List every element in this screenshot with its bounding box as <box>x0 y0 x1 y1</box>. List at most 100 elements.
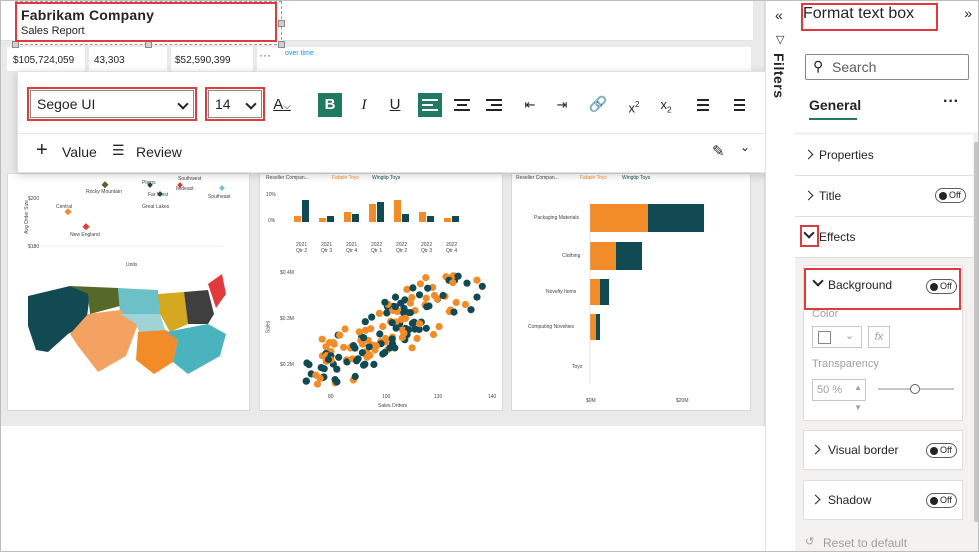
section-shadow[interactable]: Shadow Off <box>803 480 963 520</box>
section-label: Properties <box>819 148 874 162</box>
title-toggle[interactable]: Off <box>935 188 966 203</box>
scatter-map-card[interactable]: Rocky Mountain Central New England South… <box>7 173 250 411</box>
stacked-bar-card[interactable]: Reseller Compan... Fabpin Toys Wingtip T… <box>511 173 751 411</box>
toolbar-format-row: Segoe UI 14 A⌵ B I U ⇤ ⇥ 🔗 x2 x2 <box>18 72 768 134</box>
bubble-point <box>454 272 462 280</box>
category-label: Computing Novelties <box>528 324 575 330</box>
decrease-indent-icon[interactable]: ⇤ <box>518 93 542 117</box>
underline-button[interactable]: U <box>383 93 407 117</box>
align-center-button[interactable] <box>450 93 474 117</box>
font-family-select[interactable]: Segoe UI <box>30 90 194 118</box>
bar-segment <box>596 314 600 340</box>
scrollbar-thumb[interactable] <box>974 142 978 522</box>
tab-general[interactable]: General <box>809 97 861 113</box>
scatter-label: Rocky Mountain <box>86 189 122 195</box>
align-left-button[interactable] <box>418 93 442 117</box>
expand-filters-icon[interactable]: « <box>775 7 783 23</box>
chevron-down-icon[interactable]: ⌄ <box>740 140 750 154</box>
reset-to-default-link[interactable]: Reset to default <box>823 536 907 550</box>
column-bar <box>352 214 359 222</box>
section-effects[interactable]: Effects <box>795 217 973 258</box>
textbox-title[interactable]: Fabrikam Company <box>21 7 154 23</box>
filters-pane-collapsed[interactable]: « ▽ Filters <box>765 1 795 551</box>
axis-tick: $0M <box>586 398 596 404</box>
align-right-button[interactable] <box>482 93 506 117</box>
review-button[interactable]: Review <box>136 144 182 160</box>
kpi-card-orders[interactable]: 43,303 <box>89 47 167 71</box>
reset-icon[interactable]: ↺ <box>805 535 814 548</box>
resize-handle[interactable] <box>145 41 152 48</box>
line-chart-card[interactable]: ··· over time <box>257 47 751 71</box>
format-painter-icon[interactable]: ✎ <box>712 142 725 160</box>
spin-buttons-icon[interactable]: ▲ ▼ <box>854 378 862 418</box>
transparency-slider[interactable] <box>878 384 954 394</box>
pane-scrollbar[interactable] <box>973 132 978 551</box>
bubble-point <box>411 325 419 333</box>
bar-segment <box>648 204 704 232</box>
bubble-point <box>333 378 341 386</box>
bubble-point <box>379 322 387 331</box>
bubble-point <box>351 372 359 381</box>
kpi-card-profit[interactable]: $52,590,399 <box>171 47 253 71</box>
report-title-textbox[interactable]: Fabrikam Company Sales Report <box>15 1 282 45</box>
bubble-point <box>473 276 481 284</box>
bubble-point <box>333 365 341 373</box>
font-color-button[interactable]: A⌵ <box>270 93 294 117</box>
slider-thumb[interactable] <box>910 384 920 394</box>
numbered-list-icon[interactable] <box>726 93 750 117</box>
bullet-list-icon[interactable] <box>690 93 714 117</box>
axis-tick: 0% <box>268 218 276 224</box>
increase-indent-icon[interactable]: ⇥ <box>550 93 574 117</box>
bubble-point <box>429 330 438 339</box>
bold-button[interactable]: B <box>318 93 342 117</box>
background-toggle[interactable]: Off <box>926 279 957 294</box>
kpi-card-sales[interactable]: $105,724,059 <box>7 47 85 71</box>
search-input[interactable]: ⚲ Search <box>805 54 969 80</box>
subscript-button[interactable]: x2 <box>654 93 678 117</box>
plus-icon[interactable]: + <box>36 139 48 162</box>
chevron-down-icon[interactable] <box>812 275 824 287</box>
column-bubble-card[interactable]: Reseller Compan... Fabpin Toys Wingtip T… <box>259 173 503 411</box>
more-options-icon[interactable]: ··· <box>943 93 959 111</box>
transparency-input[interactable]: 50 % ▲ ▼ <box>812 379 866 412</box>
shadow-toggle[interactable]: Off <box>926 493 957 508</box>
font-size-select[interactable]: 14 <box>208 90 262 118</box>
quarter-label: 2022 Qtr 4 <box>446 242 458 254</box>
kpi-value: $52,590,399 <box>175 55 231 66</box>
chevron-right-icon <box>810 444 821 455</box>
resize-handle[interactable] <box>12 41 19 48</box>
hyperlink-icon[interactable]: 🔗 <box>586 93 610 117</box>
italic-button[interactable]: I <box>352 93 376 117</box>
section-properties[interactable]: Properties <box>795 135 973 176</box>
resize-handle[interactable] <box>278 20 285 27</box>
transparency-label: Transparency <box>812 358 879 370</box>
superscript-button[interactable]: x2 <box>622 93 646 117</box>
filters-label[interactable]: Filters <box>771 53 787 99</box>
bubble-point <box>435 323 443 331</box>
review-list-icon[interactable]: ☰ <box>112 142 125 159</box>
bubble-point <box>400 329 408 337</box>
report-canvas[interactable]: $105,724,059 43,303 $52,590,399 ··· over… <box>1 1 769 551</box>
color-swatch <box>818 331 831 344</box>
value-button[interactable]: Value <box>62 144 97 160</box>
pane-title: Format text box <box>803 5 915 22</box>
resize-handle[interactable] <box>278 41 285 48</box>
column-bar <box>369 204 376 222</box>
format-sections: Properties Title Off Effects Background … <box>795 132 973 551</box>
bubble-point <box>370 360 378 368</box>
axis-tick: 120 <box>434 394 443 400</box>
bubble-point <box>324 355 333 364</box>
textbox-subtitle[interactable]: Sales Report <box>21 25 85 37</box>
bubble-point <box>341 325 349 333</box>
color-picker[interactable]: ⌄ <box>812 326 862 348</box>
section-title[interactable]: Title Off <box>795 176 973 217</box>
chevron-right-icon <box>810 494 821 505</box>
visual-border-toggle[interactable]: Off <box>926 443 957 458</box>
collapse-pane-icon[interactable]: » <box>964 5 972 21</box>
color-label: Color <box>812 308 839 320</box>
bubble-point <box>354 355 362 363</box>
background-label[interactable]: Background <box>828 278 892 292</box>
section-visual-border[interactable]: Visual border Off <box>803 430 963 470</box>
text-format-toolbar: Segoe UI 14 A⌵ B I U ⇤ ⇥ 🔗 x2 x2 + Value… <box>17 71 769 173</box>
conditional-formatting-icon[interactable]: fx <box>868 326 890 348</box>
